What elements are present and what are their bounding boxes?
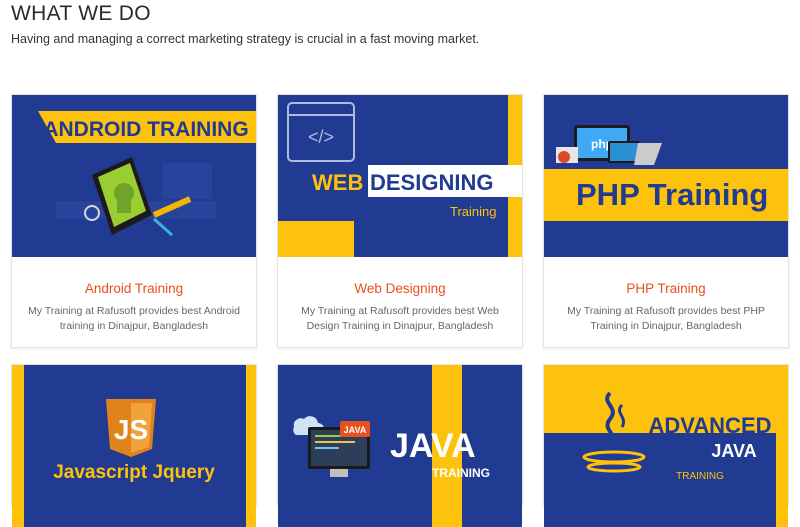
card-php-training[interactable]: PHP Training php PHP Training My Trainin… bbox=[543, 94, 789, 348]
js-shield-icon: JS bbox=[106, 399, 156, 457]
js-icon-label: JS bbox=[114, 414, 148, 445]
php-banner-text: PHP Training bbox=[576, 177, 768, 212]
card-java-training[interactable]: JAVA JAVA TRAINING bbox=[277, 364, 523, 527]
web-banner-text-a: WEB bbox=[312, 170, 363, 195]
card-title[interactable]: PHP Training bbox=[544, 281, 788, 296]
advanced-banner-text-a: ADVANCED bbox=[648, 413, 771, 438]
php-training-banner: PHP Training php bbox=[544, 95, 788, 257]
web-designing-banner: </> WEB DESIGNING Training bbox=[278, 95, 522, 257]
java-icon-label: JAVA bbox=[344, 425, 367, 435]
card-title[interactable]: Android Training bbox=[12, 281, 256, 296]
page-title: WHAT WE DO bbox=[11, 2, 151, 25]
web-banner-text-b: DESIGNING bbox=[370, 170, 493, 195]
android-training-banner: ANDROID TRAINING bbox=[12, 95, 256, 257]
card-description: My Training at Rafusoft provides best An… bbox=[28, 305, 240, 332]
svg-text:</>: </> bbox=[308, 127, 334, 147]
card-description: My Training at Rafusoft provides best PH… bbox=[567, 305, 765, 332]
card-javascript-jquery[interactable]: JS Javascript Jquery bbox=[11, 364, 257, 527]
advanced-banner-sub: TRAINING bbox=[676, 471, 724, 482]
advanced-java-banner: ADVANCED JAVA TRAINING bbox=[544, 365, 788, 527]
android-banner-text: ANDROID TRAINING bbox=[43, 118, 248, 141]
card-web-designing[interactable]: </> WEB DESIGNING Training Web Designing… bbox=[277, 94, 523, 348]
card-advanced-java[interactable]: ADVANCED JAVA TRAINING bbox=[543, 364, 789, 527]
java-banner-text: JAVA bbox=[390, 427, 476, 465]
java-banner: JAVA JAVA TRAINING bbox=[278, 365, 522, 527]
card-description: My Training at Rafusoft provides best We… bbox=[301, 305, 499, 332]
java-banner-sub: TRAINING bbox=[432, 466, 490, 480]
card-android-training[interactable]: ANDROID TRAINING Android Training My Tra… bbox=[11, 94, 257, 348]
advanced-banner-text-b: JAVA bbox=[711, 441, 756, 461]
card-title[interactable]: Web Designing bbox=[278, 281, 522, 296]
web-banner-sub: Training bbox=[450, 204, 496, 219]
javascript-banner: JS Javascript Jquery bbox=[12, 365, 256, 527]
page-subtitle: Having and managing a correct marketing … bbox=[11, 32, 480, 46]
